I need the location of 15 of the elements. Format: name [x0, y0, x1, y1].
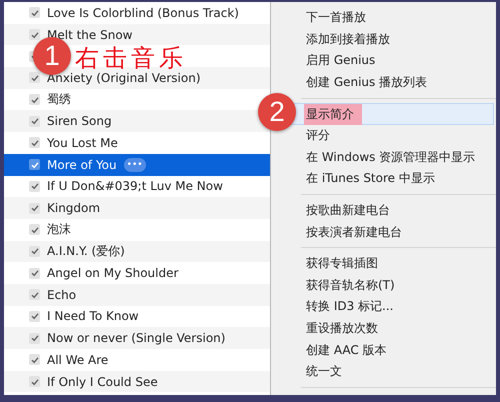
song-title: All We Are [47, 352, 108, 367]
song-title: If Only I Could See [47, 374, 158, 389]
song-title: Kingdom [47, 201, 100, 216]
song-title: 蜀绣 [47, 91, 71, 108]
song-title: If U Don&#039;t Luv Me Now [47, 179, 223, 194]
song-title: Love Is Colorblind (Bonus Track) [47, 6, 239, 20]
song-title: A.I.N.Y. (爱你) [47, 242, 125, 260]
song-title: Siren Song [47, 114, 112, 128]
song-title: Angel on My Shoulder [47, 266, 178, 280]
song-title: I Need To Know [47, 309, 139, 324]
song-title: You Lost Me [47, 136, 118, 150]
song-title: Now or never (Single Version) [47, 331, 226, 346]
song-title: 泡沫 [47, 221, 71, 238]
song-title: Echo [47, 288, 76, 302]
song-title: More of You [47, 158, 117, 172]
